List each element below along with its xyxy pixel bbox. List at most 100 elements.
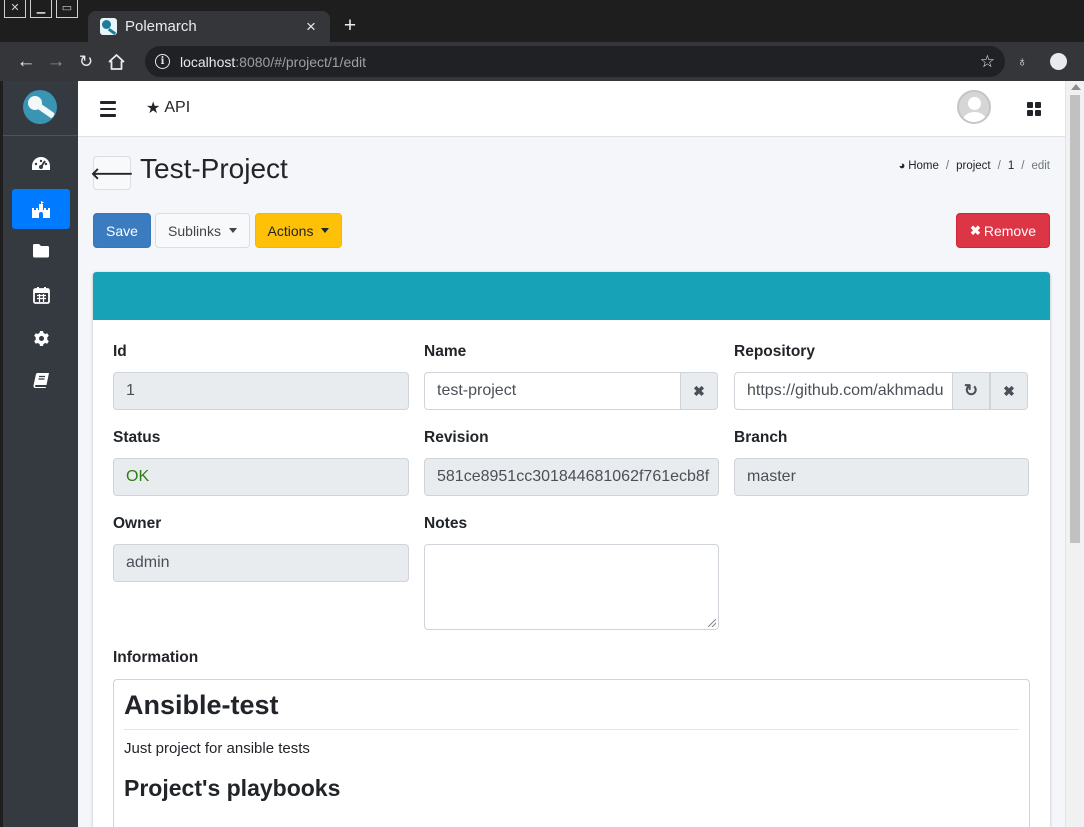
id-field: 1 [113,372,409,410]
sublinks-dropdown-button[interactable]: Sublinks [155,213,250,248]
repository-input[interactable]: https://github.com/akhmadu [734,372,954,410]
breadcrumb-home-label: Home [908,160,939,172]
caret-down-icon [228,228,237,233]
resize-handle[interactable] [708,619,716,627]
reload-icon[interactable]: ↻ [71,47,101,77]
owner-label: Owner [113,515,162,532]
close-icon: ✖ [693,382,705,399]
back-button[interactable]: 🡐 [90,156,134,190]
breadcrumb-home[interactable]: ◕ Home [899,160,939,172]
forward-arrow-icon[interactable]: → [41,47,71,77]
book-icon [32,372,50,388]
breadcrumb-separator: / [945,160,950,172]
sidebar-item-files[interactable] [12,230,70,270]
polemarch-logo[interactable] [23,90,57,124]
address-bar[interactable]: i localhost:8080/#/project/1/edit ☆ [145,46,1005,77]
url-path: :8080/#/project/1/edit [235,53,367,70]
window-controls: ✕ ▁ ▭ [4,0,78,18]
polemarch-favicon-icon [100,18,117,35]
calendar-icon [32,286,50,304]
window-minimize-button[interactable]: ▁ [30,0,52,18]
main-content: ★ API 🡐 Test-Project ◕ Home / project / 1… [78,81,1065,827]
status-label: Status [113,429,161,446]
window-close-button[interactable]: ✕ [4,0,26,18]
remove-label: Remove [983,222,1037,239]
information-paragraph: Just project for ansible tests [124,740,310,757]
url-host: localhost [180,53,236,70]
browser-titlebar: ✕ ▁ ▭ Polemarch × + [0,0,1084,42]
app-navbar: ★ API [78,81,1065,137]
app-sidebar [0,81,78,827]
id-label: Id [113,343,127,360]
arrow-left-icon: 🡐 [90,165,134,183]
home-icon[interactable] [101,47,131,77]
breadcrumb-separator: / [1021,160,1025,172]
api-link[interactable]: ★ API [146,98,190,118]
tab-close-icon[interactable]: × [302,17,320,37]
notes-textarea[interactable] [424,544,719,630]
sidebar-item-docs[interactable] [12,360,70,400]
name-label: Name [424,343,467,360]
sidebar-divider [3,135,78,136]
card-header [93,272,1050,320]
clear-repository-button[interactable]: ✖ [990,372,1028,410]
browser-tab[interactable]: Polemarch × [88,11,330,42]
information-panel: Ansible-test Just project for ansible te… [113,679,1030,827]
apps-grid-icon[interactable] [1027,102,1041,116]
refresh-repository-button[interactable]: ↻ [952,372,990,410]
tab-title: Polemarch [125,18,197,35]
project-card: Id 1 Name test-project ✖ Repository http… [93,272,1050,827]
clear-name-button[interactable]: ✖ [680,372,718,410]
settings-icon [33,330,50,347]
window-maximize-button[interactable]: ▭ [56,0,78,18]
hamburger-menu-icon[interactable] [100,98,116,118]
profile-icon[interactable] [1050,53,1067,70]
folder-icon [32,243,50,258]
sublinks-label: Sublinks [168,222,221,239]
page-scrollbar[interactable] [1065,81,1084,827]
breadcrumb: ◕ Home / project / 1 / edit [899,160,1050,172]
sidebar-item-dashboard[interactable] [12,144,70,184]
caret-down-icon [321,228,330,233]
revision-field: 581ce8951cc301844681062f761ecb8f [424,458,719,496]
refresh-icon: ↻ [963,381,979,400]
status-field: OK [113,458,409,496]
close-icon: ✖ [1003,382,1015,399]
information-subheading: Project's playbooks [124,775,341,801]
breadcrumb-current: edit [1031,160,1050,172]
bookmark-star-icon[interactable]: ☆ [980,52,995,72]
new-tab-button[interactable]: + [338,14,362,38]
breadcrumb-project[interactable]: project [956,160,991,172]
sidebar-item-settings[interactable] [12,318,70,358]
remove-button[interactable]: ✖ Remove [956,213,1050,248]
user-avatar[interactable] [957,90,991,124]
scroll-up-arrow-icon[interactable] [1071,84,1081,90]
scrollbar-thumb[interactable] [1070,95,1080,543]
information-label: Information [113,649,199,666]
dashboard-icon: ◕ [898,160,906,172]
projects-icon [31,200,51,218]
owner-field: admin [113,544,409,582]
revision-label: Revision [424,429,489,446]
page-title: Test-Project [140,153,288,184]
branch-field: master [734,458,1029,496]
incognito-extension-icon[interactable]: ♁ [1017,53,1028,69]
information-heading: Ansible-test [124,690,1019,730]
name-input[interactable]: test-project [424,372,682,410]
actions-dropdown-button[interactable]: Actions [255,213,342,248]
notes-label: Notes [424,515,468,532]
dashboard-icon [31,156,51,172]
sidebar-item-projects[interactable] [12,189,70,229]
back-arrow-icon[interactable]: ← [11,47,41,77]
api-link-label: API [164,99,191,116]
actions-label: Actions [267,222,314,239]
save-button[interactable]: Save [93,213,151,248]
close-icon: ✖ [969,222,981,238]
repository-label: Repository [734,343,815,360]
breadcrumb-id[interactable]: 1 [1008,160,1014,172]
branch-label: Branch [734,429,788,446]
star-icon: ★ [146,100,161,117]
site-info-icon[interactable]: i [155,54,170,69]
sidebar-item-schedule[interactable] [12,275,70,315]
browser-toolbar: ← → ↻ i localhost:8080/#/project/1/edit … [0,42,1084,81]
